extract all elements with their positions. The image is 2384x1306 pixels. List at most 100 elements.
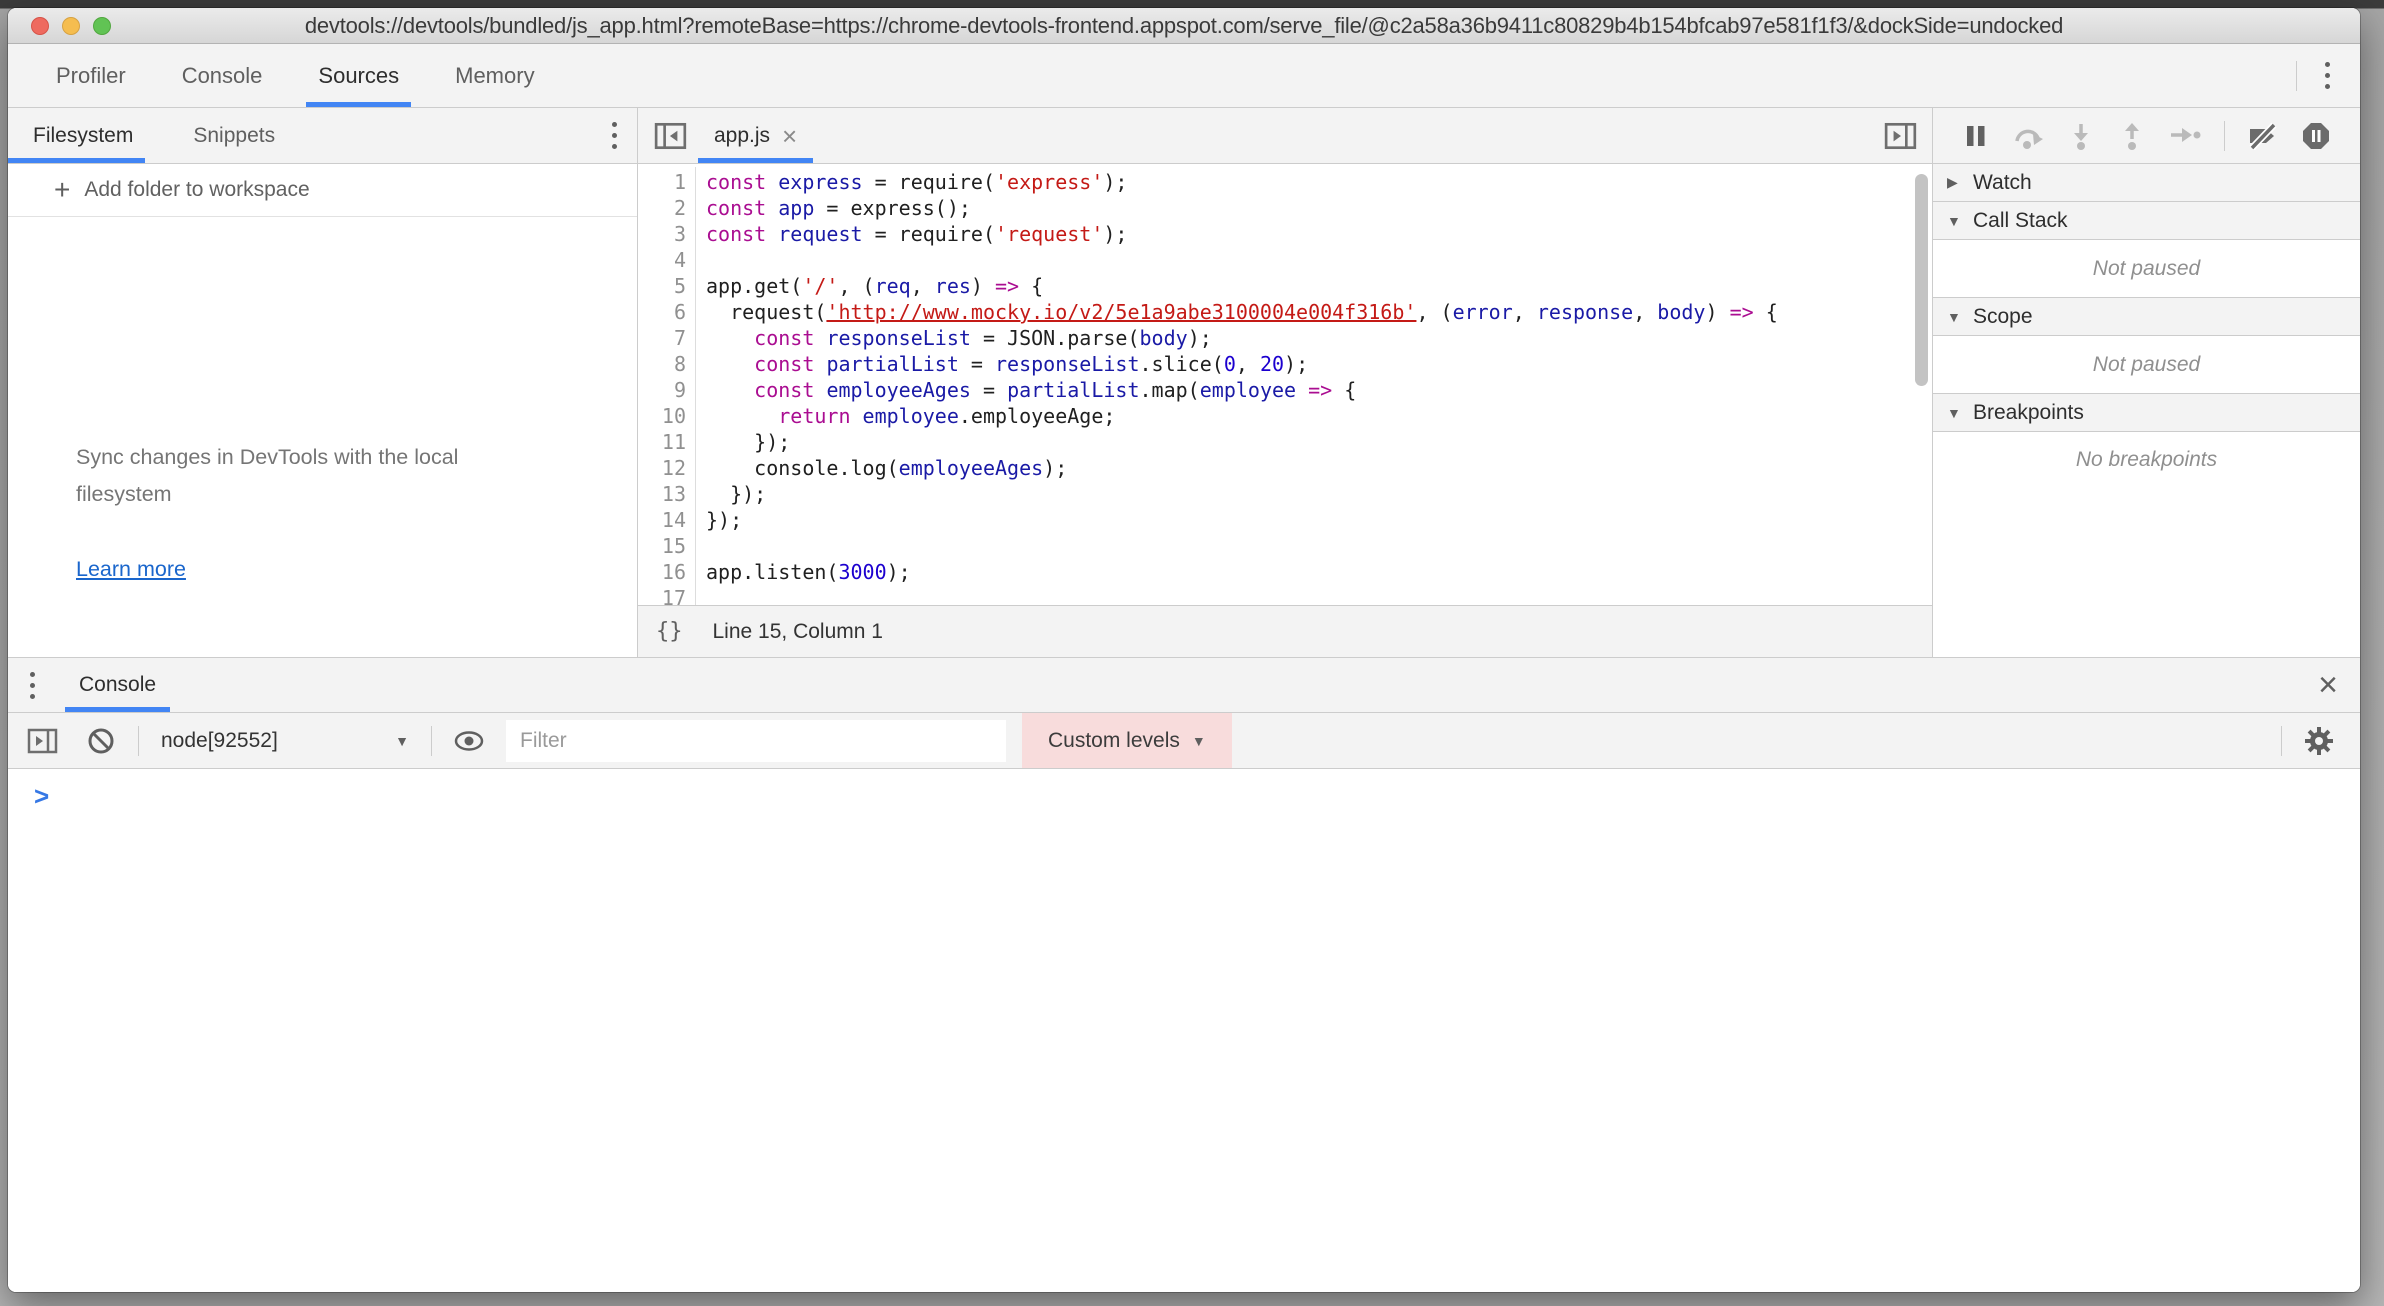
- live-expression-eye-icon[interactable]: [448, 720, 490, 762]
- code-line[interactable]: const employeeAges = partialList.map(emp…: [706, 377, 1932, 403]
- dropdown-arrow-icon: ▼: [1192, 733, 1206, 749]
- line-number[interactable]: 15: [638, 533, 695, 559]
- tab-console-drawer[interactable]: Console: [65, 658, 170, 712]
- code-line[interactable]: const app = express();: [706, 195, 1932, 221]
- step-into-icon[interactable]: [2067, 122, 2095, 150]
- code-line[interactable]: });: [706, 429, 1932, 455]
- console-settings-gear-icon[interactable]: [2298, 720, 2340, 762]
- pretty-print-icon[interactable]: {}: [656, 619, 683, 644]
- code-line[interactable]: const express = require('express');: [706, 169, 1932, 195]
- line-number[interactable]: 8: [638, 351, 695, 377]
- console-toolbar: node[92552] ▼ Custom levels ▼: [8, 713, 2360, 769]
- show-console-sidebar-icon[interactable]: [22, 720, 64, 762]
- navigator-sidebar: Filesystem Snippets + Add folder to work…: [8, 108, 638, 657]
- line-number[interactable]: 16: [638, 559, 695, 585]
- tab-console[interactable]: Console: [170, 44, 275, 107]
- toolbar-separator: [2296, 61, 2297, 91]
- line-number[interactable]: 9: [638, 377, 695, 403]
- code-line[interactable]: });: [706, 481, 1932, 507]
- editor-scrollbar[interactable]: [1915, 174, 1928, 386]
- zoom-window-button[interactable]: [93, 17, 111, 35]
- step-over-icon[interactable]: [2012, 122, 2044, 150]
- close-file-icon[interactable]: ×: [782, 123, 797, 149]
- tab-profiler[interactable]: Profiler: [44, 44, 138, 107]
- context-label: node[92552]: [161, 729, 278, 753]
- close-drawer-icon[interactable]: ×: [2318, 668, 2338, 702]
- code-line[interactable]: request('http://www.mocky.io/v2/5e1a9abe…: [706, 299, 1932, 325]
- code-line[interactable]: console.log(employeeAges);: [706, 455, 1932, 481]
- tab-filesystem[interactable]: Filesystem: [8, 108, 145, 163]
- console-drawer: Console ×: [8, 657, 2360, 1292]
- active-tab-underline: [8, 158, 145, 163]
- cursor-position: Line 15, Column 1: [713, 620, 883, 644]
- drawer-more-options-icon[interactable]: [22, 666, 43, 705]
- section-watch[interactable]: ▶ Watch: [1933, 164, 2360, 202]
- chevron-right-icon: ▶: [1947, 174, 1963, 191]
- tab-snippets[interactable]: Snippets: [181, 108, 287, 163]
- code-line[interactable]: [706, 247, 1932, 273]
- navigator-more-options-icon[interactable]: [604, 116, 625, 155]
- line-number[interactable]: 17: [638, 585, 695, 605]
- collapse-navigator-icon[interactable]: [650, 115, 692, 157]
- filter-input[interactable]: [506, 720, 1006, 762]
- clear-console-icon[interactable]: [80, 720, 122, 762]
- line-number[interactable]: 12: [638, 455, 695, 481]
- line-number[interactable]: 1: [638, 169, 695, 195]
- navigator-tabs: Filesystem Snippets: [8, 108, 637, 164]
- minimize-window-button[interactable]: [62, 17, 80, 35]
- line-number[interactable]: 6: [638, 299, 695, 325]
- add-folder-to-workspace-button[interactable]: + Add folder to workspace: [8, 164, 637, 217]
- learn-more-link[interactable]: Learn more: [76, 557, 637, 582]
- active-tab-underline: [65, 707, 170, 712]
- tab-sources[interactable]: Sources: [306, 44, 411, 107]
- line-number[interactable]: 4: [638, 247, 695, 273]
- code-line[interactable]: const request = require('request');: [706, 221, 1932, 247]
- code-line[interactable]: });: [706, 507, 1932, 533]
- toolbar-separator: [2281, 726, 2282, 756]
- code-line[interactable]: const partialList = responseList.slice(0…: [706, 351, 1932, 377]
- line-number[interactable]: 13: [638, 481, 695, 507]
- chevron-down-icon: ▼: [1947, 213, 1963, 229]
- code-line[interactable]: [706, 585, 1932, 605]
- pause-on-exceptions-icon[interactable]: [2301, 122, 2331, 150]
- debugger-toolbar: [1933, 108, 2360, 164]
- code-line[interactable]: const responseList = JSON.parse(body);: [706, 325, 1932, 351]
- more-options-icon[interactable]: [2317, 56, 2338, 95]
- step-out-icon[interactable]: [2118, 122, 2146, 150]
- close-window-button[interactable]: [31, 17, 49, 35]
- line-number[interactable]: 7: [638, 325, 695, 351]
- code-line[interactable]: return employee.employeeAge;: [706, 403, 1932, 429]
- section-breakpoints[interactable]: ▼ Breakpoints: [1933, 394, 2360, 432]
- code-editor[interactable]: 1234567891011121314151617 const express …: [638, 164, 1932, 605]
- line-number[interactable]: 3: [638, 221, 695, 247]
- section-scope[interactable]: ▼ Scope: [1933, 298, 2360, 336]
- step-icon[interactable]: [2169, 122, 2201, 150]
- line-number[interactable]: 14: [638, 507, 695, 533]
- code-line[interactable]: app.get('/', (req, res) => {: [706, 273, 1932, 299]
- main-toolbar: Profiler Console Sources Memory: [8, 44, 2360, 108]
- file-tab-appjs[interactable]: app.js ×: [698, 108, 813, 163]
- chevron-down-icon: ▼: [1947, 309, 1963, 325]
- sync-message: Sync changes in DevTools with the local …: [76, 439, 526, 513]
- pause-script-icon[interactable]: [1963, 122, 1989, 150]
- window-title: devtools://devtools/bundled/js_app.html?…: [8, 13, 2360, 39]
- line-numbers: 1234567891011121314151617: [638, 167, 696, 605]
- line-number[interactable]: 2: [638, 195, 695, 221]
- line-number[interactable]: 5: [638, 273, 695, 299]
- editor-pane: app.js × 1234567891011121314151617: [638, 108, 1932, 657]
- line-number[interactable]: 11: [638, 429, 695, 455]
- deactivate-breakpoints-icon[interactable]: [2248, 122, 2278, 150]
- code-line[interactable]: [706, 533, 1932, 559]
- console-header: Console ×: [8, 658, 2360, 713]
- console-output[interactable]: >: [8, 769, 2360, 1292]
- execution-context-select[interactable]: node[92552] ▼: [155, 729, 415, 753]
- code-content: const express = require('express');const…: [696, 167, 1932, 605]
- debugger-sidebar: ▶ Watch ▼ Call Stack Not paused ▼ Scope …: [1932, 108, 2360, 657]
- chevron-down-icon: ▼: [1947, 405, 1963, 421]
- code-line[interactable]: app.listen(3000);: [706, 559, 1932, 585]
- section-call-stack[interactable]: ▼ Call Stack: [1933, 202, 2360, 240]
- line-number[interactable]: 10: [638, 403, 695, 429]
- tab-memory[interactable]: Memory: [443, 44, 546, 107]
- show-debugger-panel-icon[interactable]: [1880, 115, 1922, 157]
- custom-levels-dropdown[interactable]: Custom levels ▼: [1022, 713, 1232, 768]
